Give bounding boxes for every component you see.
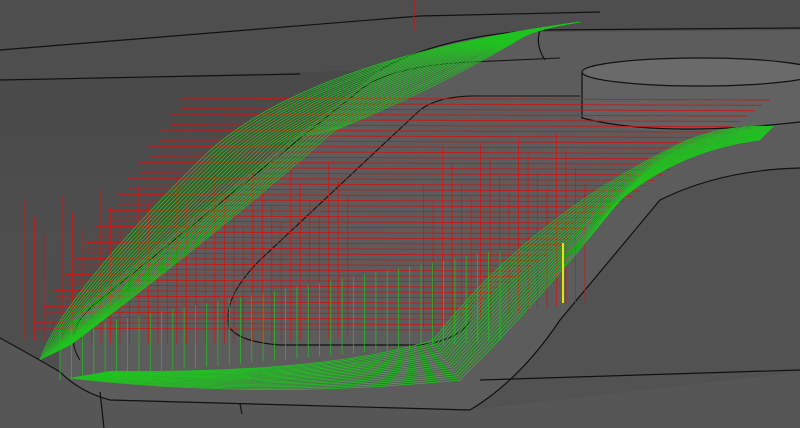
cam-scene[interactable]: [0, 0, 800, 428]
3d-viewport[interactable]: [0, 0, 800, 428]
